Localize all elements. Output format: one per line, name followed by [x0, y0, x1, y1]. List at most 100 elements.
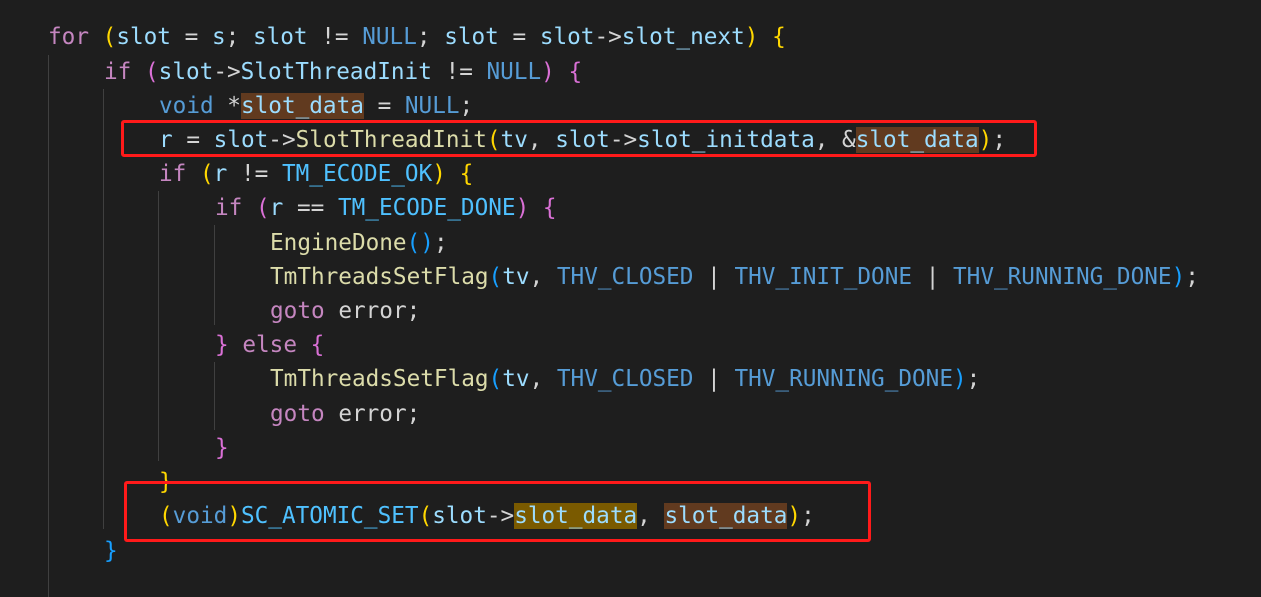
punctuation: ,: [529, 366, 557, 392]
identifier-highlighted: slot_data: [240, 93, 364, 119]
code-line-7[interactable]: EngineDone();: [270, 226, 448, 260]
code-line-3[interactable]: void *slot_data = NULL;: [159, 89, 473, 123]
code-line-10[interactable]: } else {: [215, 328, 324, 362]
punctuation: ;: [406, 298, 421, 324]
paren: (: [102, 24, 117, 50]
punctuation: ;: [966, 366, 981, 392]
paren: ): [1171, 264, 1186, 290]
macro-constant: THV_CLOSED: [556, 264, 694, 290]
operator: =: [170, 24, 212, 50]
operator: !=: [307, 24, 363, 50]
operator: |: [912, 264, 954, 290]
operator: |: [693, 366, 735, 392]
keyword: goto: [270, 401, 325, 427]
macro-constant: THV_INIT_DONE: [734, 264, 913, 290]
code-line-2[interactable]: if (slot->SlotThreadInit != NULL) {: [104, 55, 582, 89]
paren: (: [406, 230, 421, 256]
identifier: tv: [502, 264, 530, 290]
paren: (: [488, 366, 503, 392]
indent-guide: [214, 362, 215, 430]
paren: (: [488, 264, 503, 290]
brace: {: [772, 24, 786, 50]
keyword: if: [104, 59, 132, 85]
brace: {: [459, 161, 474, 187]
code-line-12[interactable]: goto error;: [270, 397, 420, 431]
identifier: slot: [444, 24, 499, 50]
macro-constant: TM_ECODE_DONE: [337, 195, 516, 221]
keyword: if: [159, 161, 187, 187]
macro-constant: THV_RUNNING_DONE: [953, 264, 1172, 290]
type-keyword: void: [159, 93, 214, 119]
punctuation: ;: [225, 24, 253, 50]
code-line-1[interactable]: for (slot = s; slot != NULL; slot = slot…: [48, 20, 786, 54]
identifier: slot: [252, 24, 308, 50]
brace: {: [568, 59, 583, 85]
brace: }: [215, 332, 229, 358]
code-line-5[interactable]: if (r != TM_ECODE_OK) {: [159, 157, 473, 191]
punctuation: ;: [433, 230, 448, 256]
paren: ): [515, 195, 530, 221]
macro-constant: THV_CLOSED: [556, 366, 694, 392]
code-line-13[interactable]: }: [215, 431, 229, 465]
paren: (: [256, 195, 270, 221]
punctuation: ,: [529, 264, 557, 290]
function-name: TmThreadsSetFlag: [270, 366, 489, 392]
function-name: TmThreadsSetFlag: [270, 264, 489, 290]
code-editor[interactable]: for (slot = s; slot != NULL; slot = slot…: [0, 0, 1261, 597]
operator: |: [693, 264, 735, 290]
code-line-16[interactable]: }: [104, 534, 118, 568]
identifier: SlotThreadInit: [240, 59, 432, 85]
constant: NULL: [404, 93, 460, 119]
code-line-9[interactable]: goto error;: [270, 294, 420, 328]
label: error: [338, 298, 407, 324]
annotation-box-atomic-set: [124, 481, 871, 542]
label: error: [338, 401, 407, 427]
operator: ==: [283, 195, 338, 221]
operator: !=: [431, 59, 487, 85]
constant: NULL: [362, 24, 417, 50]
identifier: slot_next: [621, 24, 745, 50]
identifier: r: [269, 195, 284, 221]
identifier: r: [213, 161, 228, 187]
identifier: tv: [502, 366, 530, 392]
punctuation: ;: [1185, 264, 1199, 290]
operator: ->: [213, 59, 241, 85]
paren: (: [145, 59, 159, 85]
macro-constant: TM_ECODE_OK: [281, 161, 433, 187]
keyword: if: [215, 195, 243, 221]
brace: }: [215, 435, 229, 461]
keyword: goto: [270, 298, 325, 324]
identifier: slot: [158, 59, 214, 85]
macro-constant: THV_RUNNING_DONE: [734, 366, 953, 392]
identifier: s: [211, 24, 226, 50]
code-line-6[interactable]: if (r == TM_ECODE_DONE) {: [215, 191, 557, 225]
operator: =: [498, 24, 540, 50]
keyword: else: [242, 332, 297, 358]
paren: ): [744, 24, 759, 50]
punctuation: ;: [406, 401, 421, 427]
indent-guide: [103, 89, 104, 529]
annotation-box-thread-init: [121, 120, 1037, 157]
paren: ): [541, 59, 555, 85]
paren: ): [420, 230, 434, 256]
indent-guide: [158, 191, 159, 461]
paren: (: [200, 161, 214, 187]
brace: }: [104, 538, 118, 564]
identifier: slot: [116, 24, 171, 50]
keyword: for: [48, 24, 89, 50]
code-line-11[interactable]: TmThreadsSetFlag(tv, THV_CLOSED | THV_RU…: [270, 362, 980, 396]
code-line-8[interactable]: TmThreadsSetFlag(tv, THV_CLOSED | THV_IN…: [270, 260, 1199, 294]
operator: *: [213, 93, 241, 119]
operator: ->: [594, 24, 622, 50]
punctuation: ;: [416, 24, 445, 50]
